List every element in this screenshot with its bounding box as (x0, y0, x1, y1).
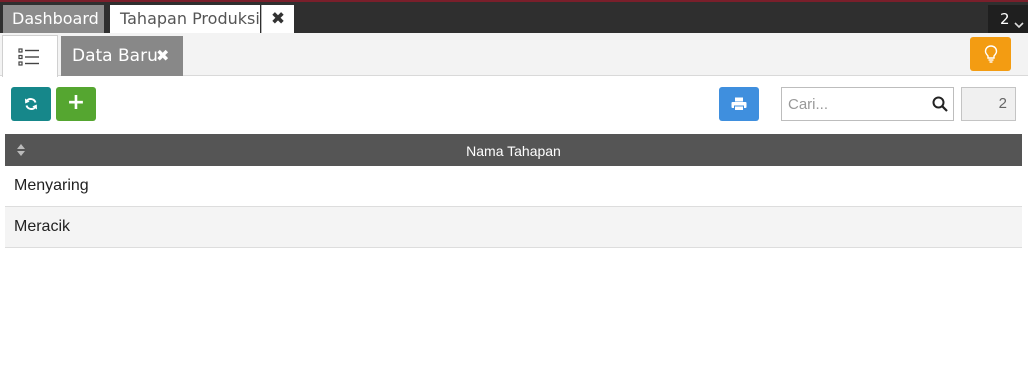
search-box (781, 87, 954, 121)
tips-button[interactable] (970, 37, 1011, 71)
tab-data-baru-label: Data Baru (72, 46, 158, 66)
tab-dashboard[interactable]: Dashboard (3, 5, 104, 33)
plus-icon: + (66, 90, 86, 115)
sort-icon[interactable] (16, 143, 26, 157)
search-input[interactable] (782, 88, 927, 120)
close-tab-button[interactable]: ✖ (261, 5, 294, 35)
add-button[interactable]: + (56, 87, 96, 121)
close-icon: ✖ (270, 9, 286, 29)
lightbulb-icon (984, 45, 997, 63)
top-tab-bar: Dashboard Tahapan Produksi ✖ 2 (0, 0, 1028, 35)
print-button[interactable] (719, 87, 759, 121)
printer-icon (731, 97, 747, 111)
close-icon[interactable]: ✖ (156, 36, 169, 76)
table-row[interactable]: Menyaring (5, 166, 1022, 207)
refresh-button[interactable] (11, 87, 51, 121)
list-icon (18, 48, 39, 66)
tab-data-baru[interactable]: Data Baru ✖ (61, 36, 183, 76)
open-tabs-dropdown[interactable]: 2 (988, 5, 1028, 35)
column-header-nama-tahapan[interactable]: Nama Tahapan (5, 134, 1022, 168)
search-icon[interactable] (932, 96, 948, 112)
refresh-icon (25, 98, 37, 110)
table-row[interactable]: Meracik (5, 207, 1022, 248)
sub-tab-bar: Data Baru ✖ (0, 33, 1028, 77)
open-tabs-count: 2 (1000, 10, 1010, 28)
tab-tahapan-produksi[interactable]: Tahapan Produksi (110, 5, 260, 35)
list-view-tab[interactable] (2, 35, 58, 77)
record-count: 2 (961, 87, 1016, 121)
table-header: Nama Tahapan (5, 134, 1022, 166)
chevron-down-icon (1014, 22, 1024, 29)
